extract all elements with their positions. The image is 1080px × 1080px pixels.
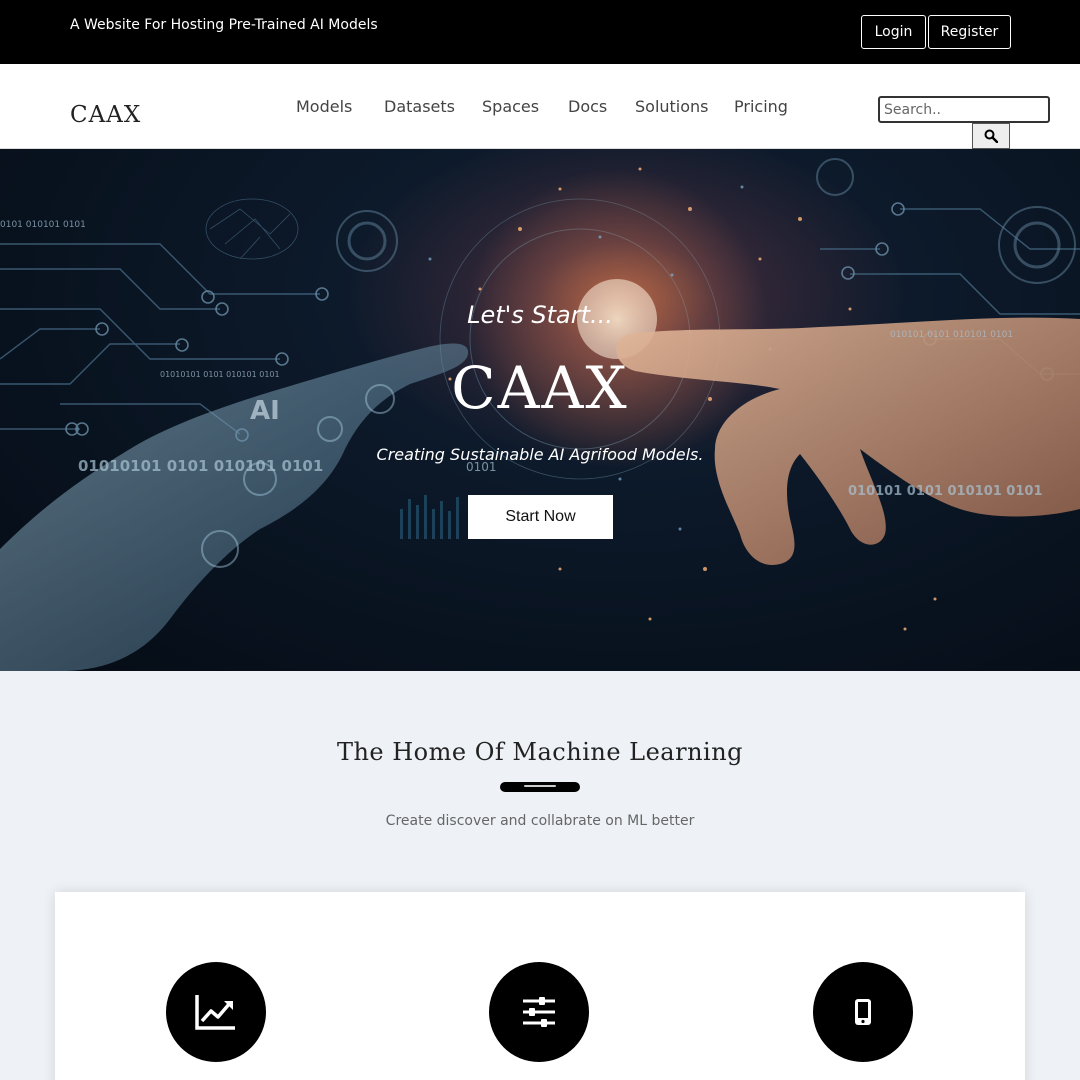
feature-mobile xyxy=(813,962,913,1062)
nav-item-docs[interactable]: Docs xyxy=(568,97,607,116)
search-button[interactable] xyxy=(972,123,1010,149)
section-title: The Home Of Machine Learning xyxy=(336,738,744,766)
nav-item-pricing[interactable]: Pricing xyxy=(734,97,788,116)
sliders-icon xyxy=(523,997,555,1027)
search-input[interactable] xyxy=(878,96,1050,123)
section-divider xyxy=(500,782,580,792)
start-now-button[interactable]: Start Now xyxy=(468,495,613,539)
hero-banner: 0101 010101 0101 01010101 0101 010101 01… xyxy=(0,149,1080,671)
mobile-phone-icon xyxy=(855,999,871,1025)
hero-subtitle: Creating Sustainable AI Agrifood Models. xyxy=(376,445,704,464)
site-tagline: A Website For Hosting Pre-Trained AI Mod… xyxy=(70,17,378,33)
nav-item-spaces[interactable]: Spaces xyxy=(482,97,539,116)
nav-item-models[interactable]: Models xyxy=(296,97,352,116)
decor-binary-text: 010101 0101 010101 0101 xyxy=(890,330,1013,340)
hero-title: CAAX xyxy=(451,354,629,422)
hero-kicker: Let's Start... xyxy=(467,301,613,329)
site-logo[interactable]: CAAX xyxy=(70,102,141,128)
register-button[interactable]: Register xyxy=(928,15,1011,49)
search-icon xyxy=(984,129,998,143)
top-bar: A Website For Hosting Pre-Trained AI Mod… xyxy=(0,0,1080,64)
section-subtitle: Create discover and collabrate on ML bet… xyxy=(385,813,695,829)
decor-binary-text: 0101 010101 0101 xyxy=(0,220,86,230)
decor-binary-text: 010101 0101 010101 0101 xyxy=(848,484,1043,499)
features-card xyxy=(55,892,1025,1080)
feature-sliders xyxy=(489,962,589,1062)
feature-line-chart xyxy=(166,962,266,1062)
line-chart-icon xyxy=(195,995,235,1030)
login-button[interactable]: Login xyxy=(861,15,926,49)
nav-item-solutions[interactable]: Solutions xyxy=(635,97,709,116)
main-navbar: CAAX Models Datasets Spaces Docs Solutio… xyxy=(0,64,1080,149)
nav-item-datasets[interactable]: Datasets xyxy=(384,97,455,116)
